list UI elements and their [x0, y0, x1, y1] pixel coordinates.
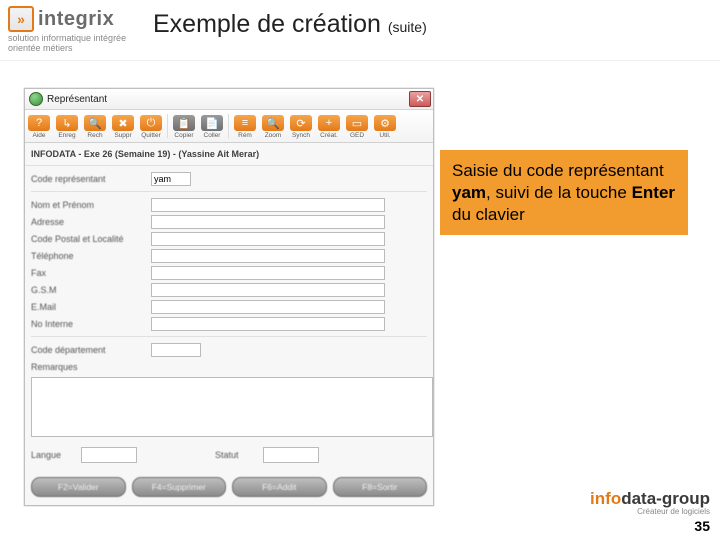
toolbar-label: Zoom	[265, 132, 282, 139]
zoom-icon: 🔍	[262, 115, 284, 131]
toolbar-util-button[interactable]: ⚙Util.	[371, 110, 399, 142]
toolbar-label: Util.	[379, 132, 390, 139]
app-f2valider-button[interactable]: F2=Valider	[31, 477, 126, 497]
app-f6addit-button[interactable]: F6=Addit	[232, 477, 327, 497]
toolbar-label: Enreg	[58, 132, 75, 139]
langue-input[interactable]	[81, 447, 137, 463]
rech-icon: 🔍	[84, 115, 106, 131]
instruction-callout: Saisie du code représentant yam, suivi d…	[440, 150, 688, 235]
field-label: Code Postal et Localité	[31, 234, 151, 244]
toolbar-enreg-button[interactable]: ↳Enreg	[53, 110, 81, 142]
field-label: Adresse	[31, 217, 151, 227]
form-area: Code représentant Nom et Prénom Adresse Co…	[25, 166, 433, 469]
copier-icon: 📋	[173, 115, 195, 131]
app-button-bar: F2=Valider F4=SupprimerF6=Addit F8=Sortir	[25, 469, 433, 505]
enreg-icon: ↳	[56, 115, 78, 131]
app-f4supprimer-button[interactable]: F4=Supprimer	[132, 477, 227, 497]
no-interne-input[interactable]	[151, 317, 385, 331]
toolbar-rech-button[interactable]: 🔍Rech	[81, 110, 109, 142]
toolbar-label: Rém	[238, 132, 252, 139]
toolbar-zoom-button[interactable]: 🔍Zoom	[259, 110, 287, 142]
e-mail-input[interactable]	[151, 300, 385, 314]
close-icon: ✕	[416, 94, 424, 105]
app-f8sortir-button[interactable]: F8=Sortir	[333, 477, 428, 497]
langue-label: Langue	[31, 450, 73, 460]
toolbar-label: GED	[350, 132, 364, 139]
toolbar-copier-button[interactable]: 📋Copier	[170, 110, 198, 142]
app-window: Représentant ✕ ?Aide↳Enreg🔍Rech✖Suppr⏻Qu…	[24, 88, 434, 506]
rm-icon: ≡	[234, 115, 256, 131]
divider	[0, 60, 720, 61]
app-icon	[29, 92, 43, 106]
toolbar-label: Copier	[174, 132, 193, 139]
toolbar-quitter-button[interactable]: ⏻Quitter	[137, 110, 165, 142]
adresse-input[interactable]	[151, 215, 385, 229]
brand-tagline: solution informatique intégrée orientée …	[8, 33, 153, 53]
code-representant-label: Code représentant	[31, 174, 151, 184]
footer-brand: infodata-group	[590, 489, 710, 509]
code-postal-et-localit--input[interactable]	[151, 232, 385, 246]
toolbar-label: Créat.	[320, 132, 338, 139]
nom-et-pr-nom-input[interactable]	[151, 198, 385, 212]
toolbar-suppr-button[interactable]: ✖Suppr	[109, 110, 137, 142]
toolbar-aide-button[interactable]: ?Aide	[25, 110, 53, 142]
toolbar-ged-button[interactable]: ▭GED	[343, 110, 371, 142]
toolbar-label: Synch	[292, 132, 310, 139]
quitter-icon: ⏻	[140, 115, 162, 131]
slide-footer: infodata-group Créateur de logiciels 35	[590, 489, 710, 534]
toolbar-label: Aide	[32, 132, 45, 139]
window-close-button[interactable]: ✕	[409, 91, 431, 107]
slide-title: Exemple de création (suite)	[153, 6, 427, 39]
toolbar-label: Quitter	[141, 132, 161, 139]
context-line: INFODATA - Exe 26 (Semaine 19) - (Yassin…	[25, 143, 433, 166]
crat-icon: +	[318, 115, 340, 131]
toolbar-synch-button[interactable]: ⟳Synch	[287, 110, 315, 142]
toolbar-crat-button[interactable]: +Créat.	[315, 110, 343, 142]
remarques-label: Remarques	[31, 362, 151, 372]
field-label: Téléphone	[31, 251, 151, 261]
ged-icon: ▭	[346, 115, 368, 131]
toolbar-coller-button[interactable]: 📄Coller	[198, 110, 226, 142]
brand-name: integrix	[38, 8, 114, 31]
toolbar-rm-button[interactable]: ≡Rém	[231, 110, 259, 142]
field-label: Nom et Prénom	[31, 200, 151, 210]
toolbar-label: Coller	[204, 132, 221, 139]
t-l-phone-input[interactable]	[151, 249, 385, 263]
code-departement-input[interactable]	[151, 343, 201, 357]
field-label: No Interne	[31, 319, 151, 329]
statut-label: Statut	[215, 450, 255, 460]
util-icon: ⚙	[374, 115, 396, 131]
fax-input[interactable]	[151, 266, 385, 280]
window-titlebar: Représentant ✕	[25, 89, 433, 110]
g-s-m-input[interactable]	[151, 283, 385, 297]
aide-icon: ?	[28, 115, 50, 131]
toolbar-label: Rech	[87, 132, 102, 139]
coller-icon: 📄	[201, 115, 223, 131]
window-title: Représentant	[47, 94, 107, 105]
toolbar-label: Suppr	[114, 132, 131, 139]
statut-input[interactable]	[263, 447, 319, 463]
brand-logo: » integrix solution informatique intégré…	[8, 6, 153, 53]
toolbar: ?Aide↳Enreg🔍Rech✖Suppr⏻Quitter📋Copier📄Co…	[25, 110, 433, 143]
brand-mark-icon: »	[8, 6, 34, 32]
field-label: Fax	[31, 268, 151, 278]
code-representant-input[interactable]	[151, 172, 191, 186]
page-number: 35	[590, 518, 710, 534]
field-label: E.Mail	[31, 302, 151, 312]
remarques-textarea[interactable]	[31, 377, 433, 437]
synch-icon: ⟳	[290, 115, 312, 131]
suppr-icon: ✖	[112, 115, 134, 131]
code-departement-label: Code département	[31, 345, 151, 355]
field-label: G.S.M	[31, 285, 151, 295]
